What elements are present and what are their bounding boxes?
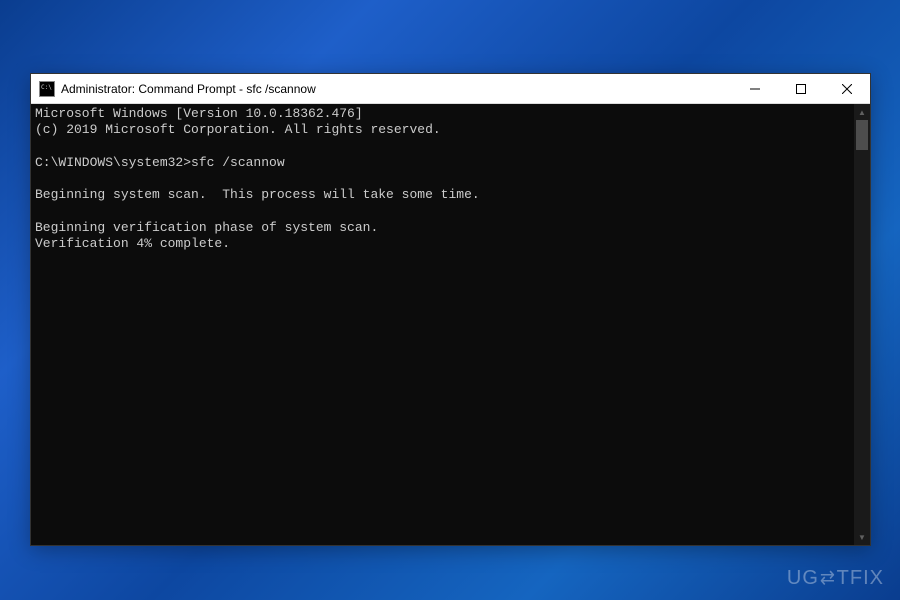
- scroll-thumb[interactable]: [856, 120, 868, 150]
- cmd-icon: [39, 81, 55, 97]
- output-line: Verification 4% complete.: [35, 236, 230, 251]
- maximize-button[interactable]: [778, 74, 824, 104]
- output-line: Microsoft Windows [Version 10.0.18362.47…: [35, 106, 363, 121]
- scroll-up-button[interactable]: ▲: [854, 104, 870, 120]
- watermark-text: UG⇄TFIX: [787, 567, 884, 589]
- window-title: Administrator: Command Prompt - sfc /sca…: [61, 82, 732, 96]
- terminal-area: Microsoft Windows [Version 10.0.18362.47…: [31, 104, 870, 545]
- watermark: UG⇄TFIX: [787, 565, 884, 590]
- scrollbar[interactable]: ▲ ▼: [854, 104, 870, 545]
- minimize-button[interactable]: [732, 74, 778, 104]
- prompt-line: C:\WINDOWS\system32>sfc /scannow: [35, 155, 285, 170]
- window-controls: [732, 74, 870, 103]
- scroll-down-button[interactable]: ▼: [854, 529, 870, 545]
- output-line: Beginning verification phase of system s…: [35, 220, 378, 235]
- output-line: (c) 2019 Microsoft Corporation. All righ…: [35, 122, 441, 137]
- command-prompt-window: Administrator: Command Prompt - sfc /sca…: [30, 73, 871, 546]
- scroll-track[interactable]: [854, 120, 870, 529]
- terminal-output[interactable]: Microsoft Windows [Version 10.0.18362.47…: [31, 104, 854, 545]
- titlebar[interactable]: Administrator: Command Prompt - sfc /sca…: [31, 74, 870, 104]
- output-line: Beginning system scan. This process will…: [35, 187, 480, 202]
- close-button[interactable]: [824, 74, 870, 104]
